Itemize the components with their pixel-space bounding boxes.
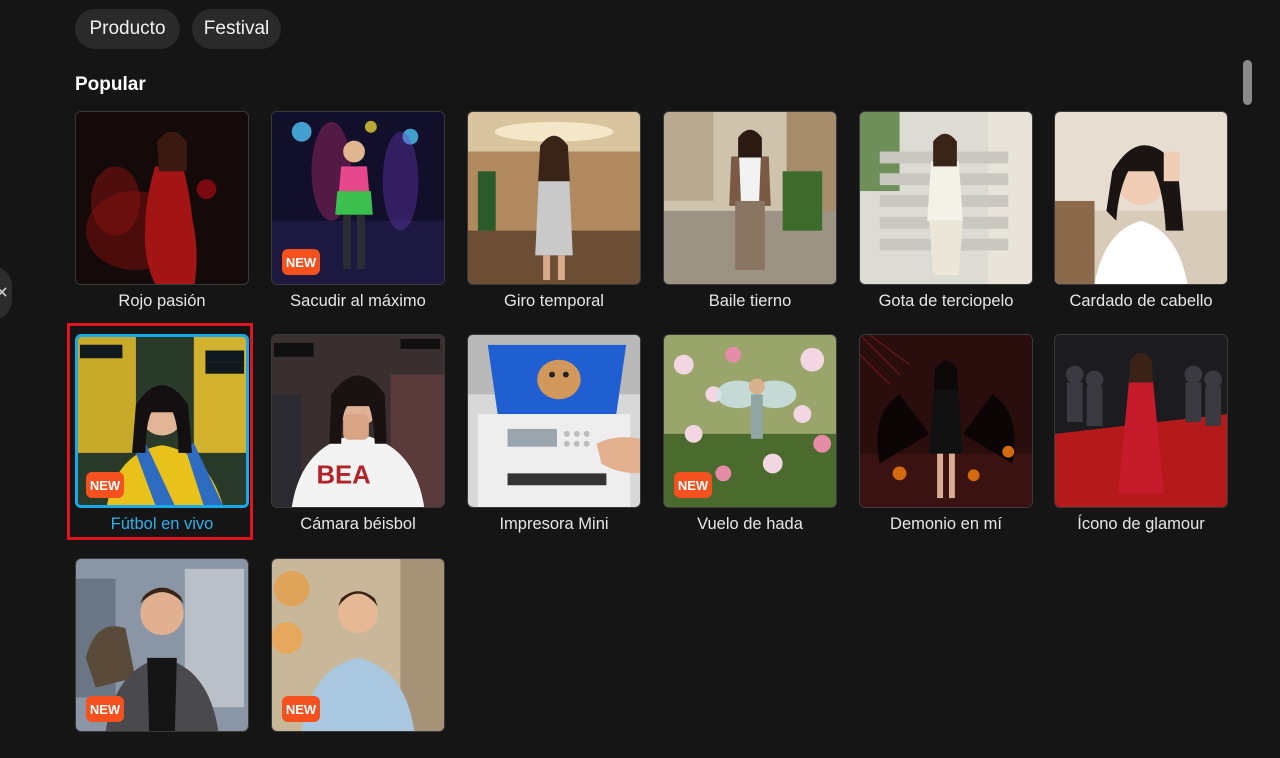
template-card-row3-2[interactable]: NEW	[271, 558, 445, 758]
template-card-baile-tierno[interactable]: NEW Baile tierno	[663, 111, 837, 311]
template-card-sacudir-al-maximo[interactable]: NEW Sacudir al máximo	[271, 111, 445, 311]
close-icon	[0, 284, 7, 302]
filter-chip-producto[interactable]: Producto	[75, 9, 180, 49]
template-card-camara-beisbol[interactable]: BEA NEW Cámara béisbol	[271, 334, 445, 534]
section-title: Popular	[75, 74, 146, 95]
template-card-gota-de-terciopelo[interactable]: NEW Gota de terciopelo	[859, 111, 1033, 311]
new-badge: NEW	[674, 472, 712, 498]
template-card-demonio-en-mi[interactable]: NEW Demonio en mí	[859, 334, 1033, 534]
template-thumbnail	[467, 111, 641, 285]
template-card-row3-1[interactable]: NEW	[75, 558, 249, 758]
template-label: Cardado de cabello	[1069, 292, 1213, 310]
template-card-giro-temporal[interactable]: NEW Giro temporal	[467, 111, 641, 311]
template-thumbnail	[467, 334, 641, 508]
template-thumbnail	[859, 111, 1033, 285]
template-label: Impresora Mini	[499, 515, 609, 533]
template-card-rojo-pasion[interactable]: NEW Rojo pasión	[75, 111, 249, 311]
filter-chip-label: Festival	[203, 18, 270, 39]
template-label: Giro temporal	[504, 292, 604, 310]
template-card-vuelo-de-hada[interactable]: NEW Vuelo de hada	[663, 334, 837, 534]
filter-chip-festival[interactable]: Festival	[192, 9, 281, 49]
template-label: Gota de terciopelo	[878, 292, 1014, 310]
template-thumbnail	[1054, 111, 1228, 285]
template-label: Demonio en mí	[890, 515, 1002, 533]
new-badge: NEW	[282, 249, 320, 275]
scrollbar-thumb[interactable]	[1243, 60, 1252, 105]
new-badge: NEW	[282, 696, 320, 722]
new-badge: NEW	[86, 472, 124, 498]
filter-chip-label: Producto	[89, 18, 166, 39]
template-label: Cámara béisbol	[300, 515, 416, 533]
template-label: Ícono de glamour	[1077, 515, 1205, 533]
template-label: Vuelo de hada	[697, 515, 803, 533]
template-thumbnail	[75, 111, 249, 285]
template-card-icono-de-glamour[interactable]: NEW Ícono de glamour	[1054, 334, 1228, 534]
new-badge: NEW	[86, 696, 124, 722]
side-panel-handle[interactable]	[0, 266, 12, 320]
template-thumbnail	[859, 334, 1033, 508]
svg-text:BEA: BEA	[316, 461, 370, 489]
template-label: Baile tierno	[708, 292, 792, 310]
template-card-futbol-en-vivo[interactable]: NEW Fútbol en vivo	[75, 334, 249, 534]
template-thumbnail: BEA	[271, 334, 445, 508]
template-label: Sacudir al máximo	[290, 292, 426, 310]
template-thumbnail	[663, 111, 837, 285]
template-card-impresora-mini[interactable]: NEW Impresora Mini	[467, 334, 641, 534]
template-card-cardado-de-cabello[interactable]: NEW Cardado de cabello	[1054, 111, 1228, 311]
template-label: Fútbol en vivo	[110, 515, 214, 533]
template-thumbnail	[1054, 334, 1228, 508]
template-label: Rojo pasión	[118, 292, 206, 310]
